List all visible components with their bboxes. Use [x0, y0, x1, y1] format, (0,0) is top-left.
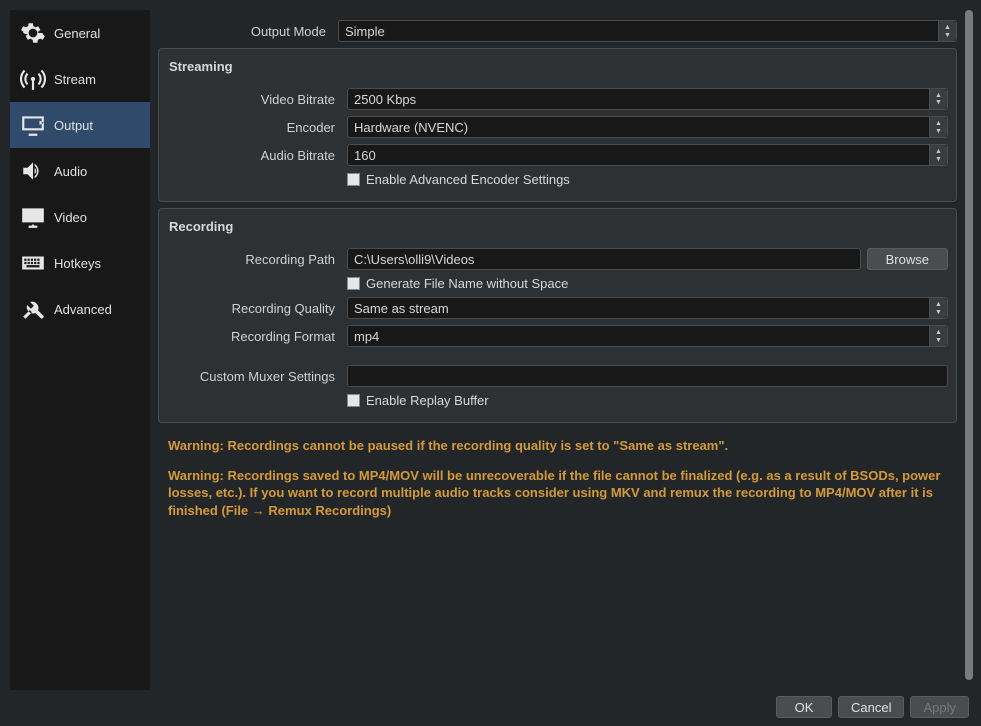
replay-buffer-label: Enable Replay Buffer: [366, 393, 489, 408]
chevron-updown-icon: ▲▼: [929, 145, 947, 165]
apply-button[interactable]: Apply: [910, 696, 969, 718]
chevron-updown-icon: ▲▼: [929, 298, 947, 318]
muxer-settings-input[interactable]: [347, 365, 948, 387]
warnings-block: Warning: Recordings cannot be paused if …: [158, 423, 957, 519]
select-value: Hardware (NVENC): [354, 120, 468, 135]
encoder-select[interactable]: Hardware (NVENC) ▲▼: [347, 116, 948, 138]
recording-quality-label: Recording Quality: [167, 301, 347, 316]
recording-quality-select[interactable]: Same as stream ▲▼: [347, 297, 948, 319]
warning-mp4: Warning: Recordings saved to MP4/MOV wil…: [168, 467, 947, 520]
warning-pause: Warning: Recordings cannot be paused if …: [168, 437, 947, 455]
gear-icon: [18, 18, 48, 48]
sidebar-item-audio[interactable]: Audio: [10, 148, 150, 194]
video-bitrate-spinner[interactable]: 2500 Kbps ▲▼: [347, 88, 948, 110]
streaming-title: Streaming: [167, 57, 948, 78]
recording-path-label: Recording Path: [167, 252, 347, 267]
encoder-label: Encoder: [167, 120, 347, 135]
monitor-output-icon: [18, 110, 48, 140]
antenna-icon: [18, 64, 48, 94]
sidebar-label: Advanced: [54, 302, 112, 317]
monitor-icon: [18, 202, 48, 232]
sidebar-item-general[interactable]: General: [10, 10, 150, 56]
tools-icon: [18, 294, 48, 324]
select-value: Same as stream: [354, 301, 449, 316]
sidebar-label: Stream: [54, 72, 96, 87]
advanced-encoder-label: Enable Advanced Encoder Settings: [366, 172, 570, 187]
chevron-updown-icon: ▲▼: [929, 326, 947, 346]
replay-buffer-checkbox[interactable]: [347, 394, 360, 407]
advanced-encoder-checkbox[interactable]: [347, 173, 360, 186]
select-value: Simple: [345, 24, 385, 39]
sidebar-item-advanced[interactable]: Advanced: [10, 286, 150, 332]
keyboard-icon: [18, 248, 48, 278]
filename-nospace-checkbox[interactable]: [347, 277, 360, 290]
recording-format-label: Recording Format: [167, 329, 347, 344]
sidebar-item-video[interactable]: Video: [10, 194, 150, 240]
recording-format-select[interactable]: mp4 ▲▼: [347, 325, 948, 347]
select-value: mp4: [354, 329, 379, 344]
recording-group: Recording Recording Path C:\Users\olli9\…: [158, 208, 957, 423]
sidebar-label: Video: [54, 210, 87, 225]
speaker-icon: [18, 156, 48, 186]
select-value: 160: [354, 148, 376, 163]
ok-button[interactable]: OK: [776, 696, 832, 718]
chevron-updown-icon: ▲▼: [929, 89, 947, 109]
settings-sidebar: General Stream Output Audio Video: [10, 10, 150, 690]
dialog-footer: OK Cancel Apply: [0, 690, 981, 726]
chevron-updown-icon: ▲▼: [938, 21, 956, 41]
muxer-settings-label: Custom Muxer Settings: [167, 369, 347, 384]
sidebar-item-output[interactable]: Output: [10, 102, 150, 148]
audio-bitrate-select[interactable]: 160 ▲▼: [347, 144, 948, 166]
sidebar-label: Hotkeys: [54, 256, 101, 271]
settings-content: Output Mode Simple ▲▼ Streaming Video Bi…: [152, 10, 963, 690]
output-mode-label: Output Mode: [158, 24, 338, 39]
spinner-value: 2500 Kbps: [354, 92, 416, 107]
browse-button[interactable]: Browse: [867, 248, 948, 270]
input-value: C:\Users\olli9\Videos: [354, 252, 474, 267]
content-scrollbar[interactable]: [965, 10, 973, 680]
recording-path-input[interactable]: C:\Users\olli9\Videos: [347, 248, 861, 270]
cancel-button[interactable]: Cancel: [838, 696, 904, 718]
sidebar-item-hotkeys[interactable]: Hotkeys: [10, 240, 150, 286]
chevron-updown-icon: ▲▼: [929, 117, 947, 137]
sidebar-label: Output: [54, 118, 93, 133]
sidebar-item-stream[interactable]: Stream: [10, 56, 150, 102]
output-mode-select[interactable]: Simple ▲▼: [338, 20, 957, 42]
video-bitrate-label: Video Bitrate: [167, 92, 347, 107]
audio-bitrate-label: Audio Bitrate: [167, 148, 347, 163]
recording-title: Recording: [167, 217, 948, 238]
streaming-group: Streaming Video Bitrate 2500 Kbps ▲▼ Enc…: [158, 48, 957, 202]
filename-nospace-label: Generate File Name without Space: [366, 276, 568, 291]
sidebar-label: Audio: [54, 164, 87, 179]
scrollbar-thumb[interactable]: [965, 10, 973, 680]
sidebar-label: General: [54, 26, 100, 41]
